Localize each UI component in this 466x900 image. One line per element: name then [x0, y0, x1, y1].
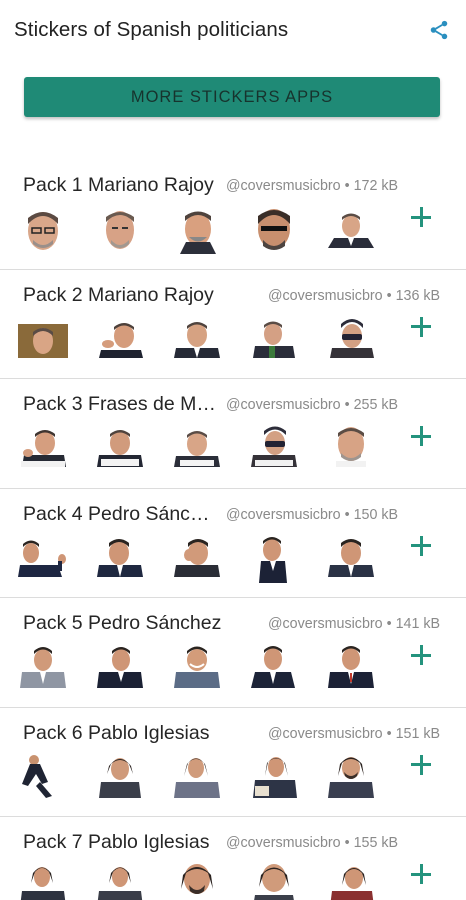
sticker-thumbnail: [99, 757, 141, 798]
sticker-thumbnail: [174, 757, 220, 798]
pack-meta: @coversmusicbro • 155 kB: [226, 835, 399, 851]
sticker-thumbnail: [181, 864, 213, 894]
pack-name: Pack 6 Pablo Iglesias: [23, 721, 210, 744]
pack-author: @coversmusicbro: [226, 178, 341, 194]
sticker-thumbnail: [174, 538, 220, 577]
pack-header: Pack 7 Pablo Iglesias @coversmusicbro • …: [23, 831, 450, 853]
pack-name: Pack 1 Mariano Rajoy: [23, 174, 214, 196]
sticker-thumbnail: [18, 540, 66, 577]
pack-size: 172 kB: [353, 178, 399, 194]
pack-row-6[interactable]: Pack 6 Pablo Iglesias @coversmusicbro • …: [0, 708, 466, 817]
sticker-thumbnail: [97, 430, 143, 467]
pack-size: 151 kB: [395, 725, 441, 742]
pack-meta: @coversmusicbro • 255 kB: [226, 397, 399, 413]
sticker-thumbnail: [254, 864, 294, 900]
add-to-whatsapp-plus-icon[interactable]: [410, 754, 432, 776]
pack-name: Pack 3 Frases de Mariano Rajoy: [23, 393, 220, 415]
app-title: Stickers of Spanish politicians: [14, 18, 289, 41]
pack-meta: @coversmusicbro • 150 kB: [226, 506, 399, 523]
sticker-thumbnail: [18, 323, 68, 358]
pack-size: 255 kB: [353, 397, 399, 413]
sticker-thumbnail: [22, 754, 52, 798]
add-to-whatsapp-plus-icon[interactable]: [410, 863, 432, 885]
add-to-whatsapp-plus-icon[interactable]: [410, 535, 432, 557]
sticker-thumbnail: [259, 536, 287, 583]
sticker-thumbnail: [253, 321, 295, 358]
add-to-whatsapp-plus-icon[interactable]: [410, 206, 432, 228]
pack-header: Pack 6 Pablo Iglesias @coversmusicbro • …: [23, 722, 450, 744]
sticker-thumbnail: [97, 867, 143, 900]
sticker-thumbnail: [174, 431, 220, 467]
pack-author: @coversmusicbro: [268, 287, 383, 304]
sticker-thumbnail: [330, 318, 374, 358]
sticker-thumbnail: [180, 211, 216, 254]
sticker-thumbnail: [251, 426, 297, 467]
sticker-thumbnail: [21, 430, 66, 467]
pack-header: Pack 2 Mariano Rajoy @coversmusicbro • 1…: [23, 284, 450, 306]
pack-author: @coversmusicbro: [268, 725, 383, 742]
sticker-previews: [18, 861, 376, 900]
sticker-thumbnail: [20, 647, 66, 688]
pack-row-3[interactable]: Pack 3 Frases de Mariano Rajoy @coversmu…: [0, 379, 466, 489]
sticker-thumbnail: [328, 646, 374, 688]
more-stickers-apps-label: MORE STICKERS APPS: [130, 87, 334, 106]
app-bar: Stickers of Spanish politicians: [0, 0, 466, 60]
sticker-thumbnail: [328, 538, 374, 577]
sticker-previews: [18, 752, 376, 802]
sticker-thumbnail: [106, 211, 134, 249]
pack-name: Pack 4 Pedro Sánchez: [23, 502, 220, 525]
sticker-thumbnail: [97, 647, 143, 688]
pack-meta: @coversmusicbro • 172 kB: [226, 178, 399, 194]
sticker-previews: [18, 642, 376, 692]
pack-row-2[interactable]: Pack 2 Mariano Rajoy @coversmusicbro • 1…: [0, 270, 466, 379]
pack-size: 150 kB: [353, 506, 399, 523]
pack-header: Pack 1 Mariano Rajoy @coversmusicbro • 1…: [23, 174, 450, 196]
pack-row-1[interactable]: Pack 1 Mariano Rajoy @coversmusicbro • 1…: [0, 160, 466, 270]
pack-author: @coversmusicbro: [226, 835, 341, 851]
pack-row-4[interactable]: Pack 4 Pedro Sánchez @coversmusicbro • 1…: [0, 489, 466, 598]
pack-name: Pack 2 Mariano Rajoy: [23, 283, 214, 306]
sticker-thumbnail: [99, 322, 143, 358]
sticker-thumbnail: [328, 756, 374, 798]
pack-author: @coversmusicbro: [226, 397, 341, 413]
sticker-thumbnail: [328, 213, 374, 248]
pack-size: 141 kB: [395, 616, 441, 632]
sticker-thumbnail: [251, 646, 295, 688]
pack-author: @coversmusicbro: [226, 506, 341, 523]
pack-header: Pack 3 Frases de Mariano Rajoy @coversmu…: [23, 393, 450, 415]
sticker-previews: [18, 204, 376, 254]
sticker-pack-list: Pack 1 Mariano Rajoy @coversmusicbro • 1…: [0, 160, 466, 900]
sticker-thumbnail: [330, 867, 374, 900]
pack-size: 136 kB: [395, 287, 441, 304]
pack-meta: @coversmusicbro • 136 kB: [268, 287, 441, 304]
add-to-whatsapp-plus-icon[interactable]: [410, 644, 432, 666]
sticker-thumbnail: [258, 209, 290, 250]
pack-meta: @coversmusicbro • 141 kB: [268, 616, 441, 632]
add-to-whatsapp-plus-icon[interactable]: [410, 316, 432, 338]
more-stickers-apps-button[interactable]: MORE STICKERS APPS: [24, 77, 440, 117]
pack-author: @coversmusicbro: [268, 616, 383, 632]
add-to-whatsapp-plus-icon[interactable]: [410, 425, 432, 447]
pack-name: Pack 7 Pablo Iglesias: [23, 831, 210, 853]
sticker-thumbnail: [336, 427, 366, 467]
pack-header: Pack 5 Pedro Sánchez @coversmusicbro • 1…: [23, 612, 450, 634]
sticker-thumbnail: [253, 756, 297, 798]
sticker-thumbnail: [97, 538, 143, 577]
sticker-previews: [18, 423, 376, 473]
sticker-thumbnail: [28, 212, 58, 250]
sticker-previews: [18, 533, 376, 583]
pack-name: Pack 5 Pedro Sánchez: [23, 612, 222, 634]
pack-row-7[interactable]: Pack 7 Pablo Iglesias @coversmusicbro • …: [0, 817, 466, 900]
sticker-thumbnail: [174, 646, 220, 688]
pack-meta: @coversmusicbro • 151 kB: [268, 725, 441, 742]
pack-row-5[interactable]: Pack 5 Pedro Sánchez @coversmusicbro • 1…: [0, 598, 466, 708]
pack-header: Pack 4 Pedro Sánchez @coversmusicbro • 1…: [23, 503, 450, 525]
sticker-previews: [18, 314, 376, 364]
sticker-thumbnail: [20, 867, 66, 900]
pack-size: 155 kB: [353, 835, 399, 851]
sticker-thumbnail: [174, 321, 220, 358]
share-icon[interactable]: [426, 17, 452, 43]
